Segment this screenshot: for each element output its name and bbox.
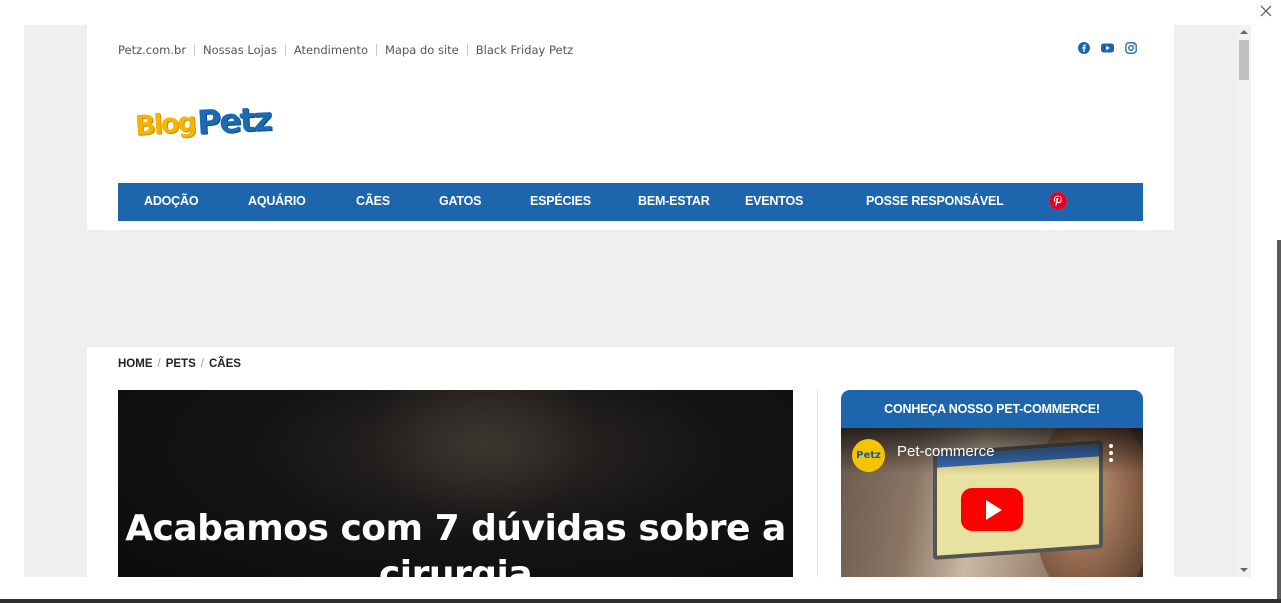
youtube-icon[interactable] [1101,43,1114,53]
divider [376,44,377,56]
top-link-atendimento[interactable]: Atendimento [294,43,368,57]
facebook-icon[interactable] [1078,42,1090,54]
main-nav: ADOÇÃO AQUÁRIO CÃES GATOS ESPÉCIES BEM-E… [118,183,1143,221]
nav-item-gatos[interactable]: GATOS [439,194,481,208]
scroll-down-arrow-icon[interactable] [1240,568,1248,572]
video-title[interactable]: Pet-commerce [897,443,995,460]
divider [284,44,286,56]
article-section: HOME / PETS / CÃES Acabamos com 7 dúvida… [87,347,1174,577]
youtube-video-embed[interactable]: Petz Pet-commerce [841,428,1143,577]
widget-heading: CONHEÇA NOSSO PET-COMMERCE! [841,390,1143,428]
youtube-play-icon[interactable] [961,488,1023,531]
nav-item-posse-responsavel[interactable]: POSSE RESPONSÁVEL [866,194,1004,208]
logo-text-blog: Blog [133,106,196,143]
hero-background-image [368,390,598,520]
top-link-lojas[interactable]: Nossas Lojas [203,43,277,57]
breadcrumb-pets[interactable]: PETS [166,358,196,370]
close-icon[interactable] [1259,4,1273,18]
nav-item-eventos[interactable]: EVENTOS [745,194,803,208]
site-header: Petz.com.br Nossas Lojas Atendimento Map… [87,25,1174,230]
more-vertical-icon[interactable] [1109,444,1113,462]
nav-item-bem-estar[interactable]: BEM-ESTAR [638,194,710,208]
blog-petz-logo[interactable]: Blog Petz [133,90,272,143]
breadcrumb: HOME / PETS / CÃES [118,358,241,370]
instagram-icon[interactable] [1125,42,1137,54]
pet-commerce-widget: CONHEÇA NOSSO PET-COMMERCE! Petz Pet-com… [841,390,1143,577]
breadcrumb-home[interactable]: HOME [118,358,153,370]
hero-banner[interactable]: Acabamos com 7 dúvidas sobre a cirurgia [118,390,793,577]
breadcrumb-caes[interactable]: CÃES [209,358,241,370]
nav-item-adocao[interactable]: ADOÇÃO [144,194,199,208]
divider [194,44,196,56]
channel-avatar[interactable]: Petz [852,439,885,472]
top-links-bar: Petz.com.br Nossas Lojas Atendimento Map… [118,43,573,57]
scroll-up-arrow-icon[interactable] [1240,30,1248,34]
page-viewport: Petz.com.br Nossas Lojas Atendimento Map… [24,25,1237,577]
top-link-mapa[interactable]: Mapa do site [385,43,459,57]
breadcrumb-separator: / [157,358,161,370]
column-divider [817,390,818,577]
window-bottom-border [0,599,1281,603]
page-scrollbar[interactable] [1237,25,1251,577]
nav-item-caes[interactable]: CÃES [356,194,390,208]
window-edge [1277,240,1281,599]
logo-text-petz: Petz [195,99,272,142]
breadcrumb-separator: / [200,358,204,370]
pinterest-icon[interactable] [1049,192,1067,210]
scrollbar-thumb[interactable] [1239,40,1249,80]
divider [466,44,468,56]
nav-item-especies[interactable]: ESPÉCIES [530,194,591,208]
nav-item-aquario[interactable]: AQUÁRIO [248,194,306,208]
social-links [1078,42,1137,54]
top-link-black-friday[interactable]: Black Friday Petz [476,43,573,57]
hero-title: Acabamos com 7 dúvidas sobre a cirurgia [125,508,786,577]
top-link-petz[interactable]: Petz.com.br [118,43,186,57]
